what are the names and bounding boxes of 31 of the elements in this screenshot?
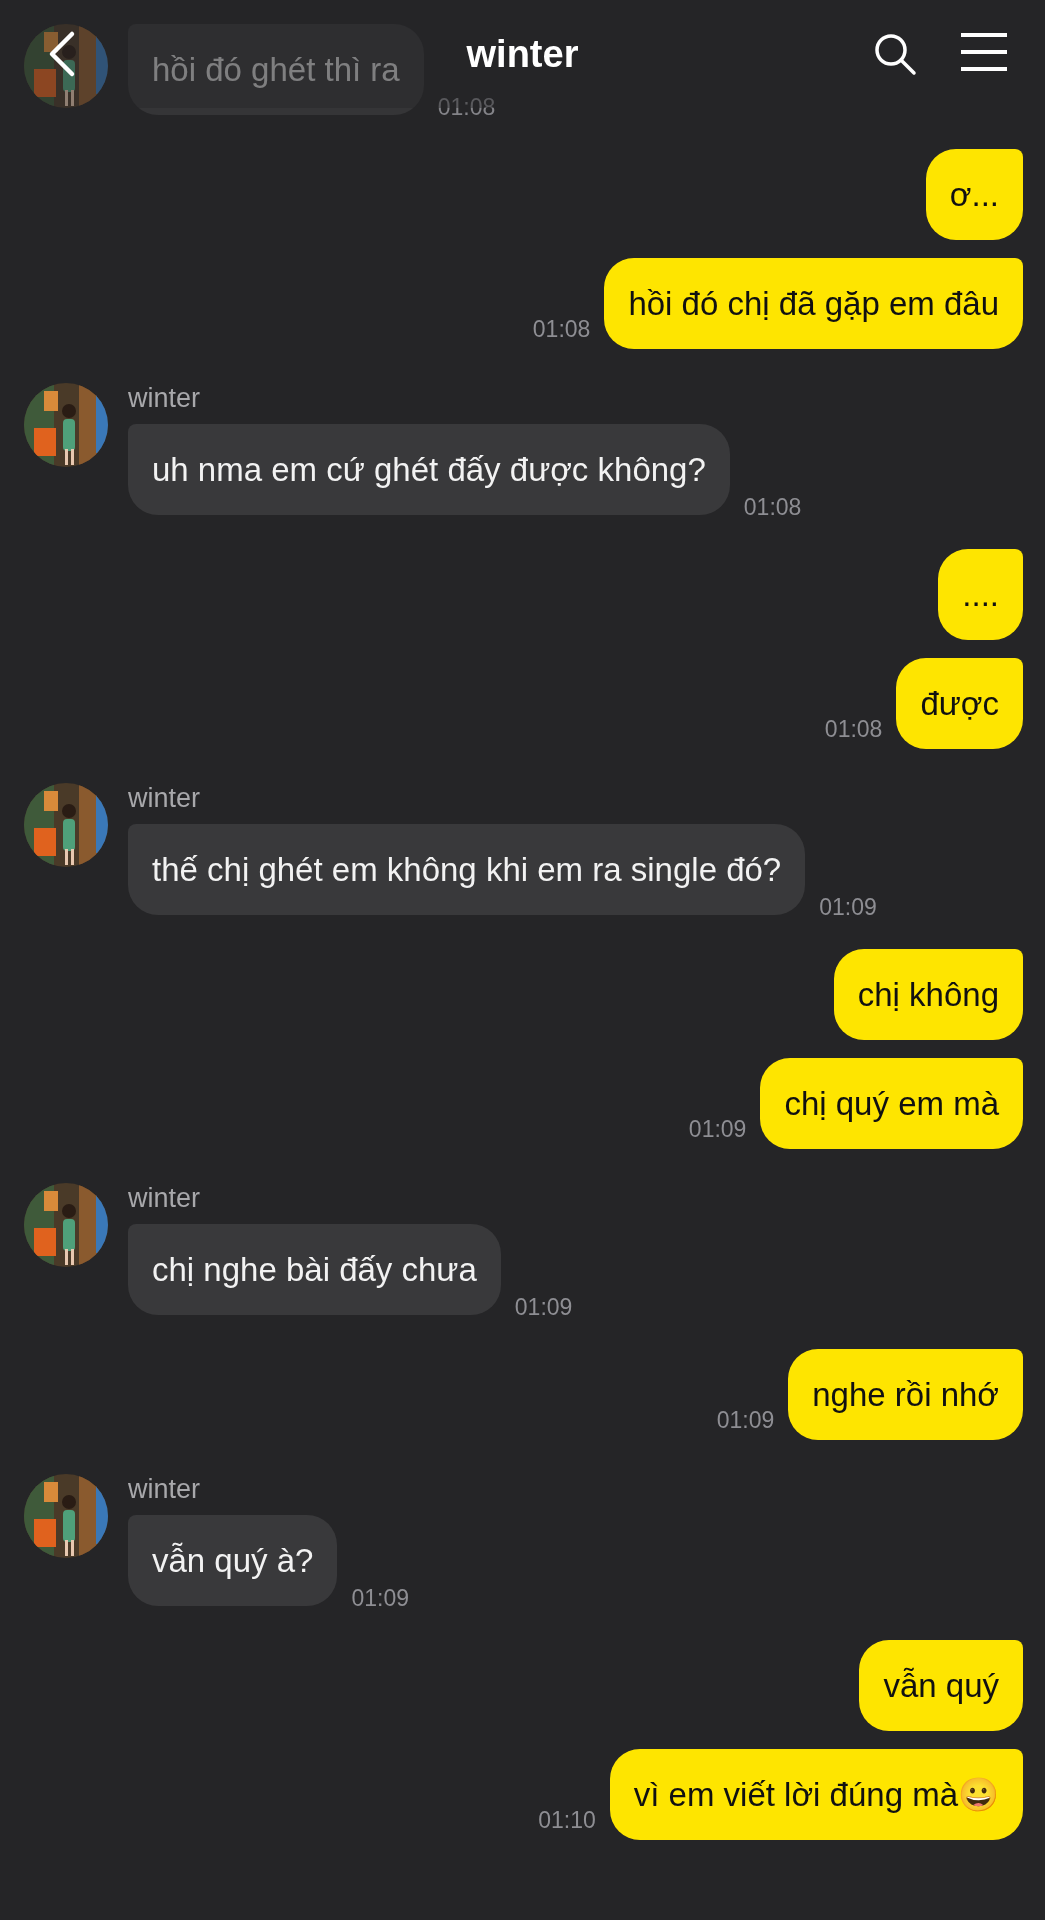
sender-name: winter (128, 383, 201, 414)
message-bubble: .... (938, 549, 1023, 640)
message-time: 01:09 (351, 1585, 410, 1612)
search-icon (873, 32, 917, 76)
message-bubble: hồi đó chị đã gặp em đâu (604, 258, 1023, 349)
message-time: 01:09 (514, 1294, 573, 1321)
sender-name: winter (128, 1183, 201, 1214)
message-bubble: ơ... (925, 149, 1023, 240)
message-bubble: thế chị ghét em không khi em ra single đó? (128, 824, 806, 915)
message-bubble: hồi đó ghét thì ra (128, 24, 424, 115)
message-time: 01:08 (437, 94, 496, 121)
message-time: 01:08 (532, 316, 591, 344)
message-time: 01:09 (688, 1116, 747, 1144)
sender-name: winter (128, 1474, 201, 1505)
message-time: 01:08 (743, 494, 802, 521)
message-bubble: chị nghe bài đấy chưa (128, 1224, 501, 1315)
message-time: 01:09 (716, 1407, 775, 1435)
sender-name: winter (128, 783, 201, 814)
chat-title: winter (466, 32, 579, 76)
menu-icon (959, 32, 1009, 72)
message-time: 01:09 (819, 894, 877, 921)
message-bubble: chị không (833, 949, 1023, 1040)
message-bubble: vẫn quý (859, 1640, 1023, 1731)
message-bubble: được (896, 658, 1023, 749)
message-bubble: vì em viết lời đúng mà😀 (609, 1749, 1023, 1840)
message-bubble: chị quý em mà (760, 1058, 1023, 1149)
message-time: 01:08 (824, 716, 883, 744)
message-bubble: vẫn quý à? (128, 1515, 338, 1606)
message-time: 01:10 (538, 1807, 596, 1835)
message-bubble: uh nma em cứ ghét đấy được không? (128, 424, 730, 515)
message-bubble: nghe rồi nhớ (788, 1349, 1023, 1440)
